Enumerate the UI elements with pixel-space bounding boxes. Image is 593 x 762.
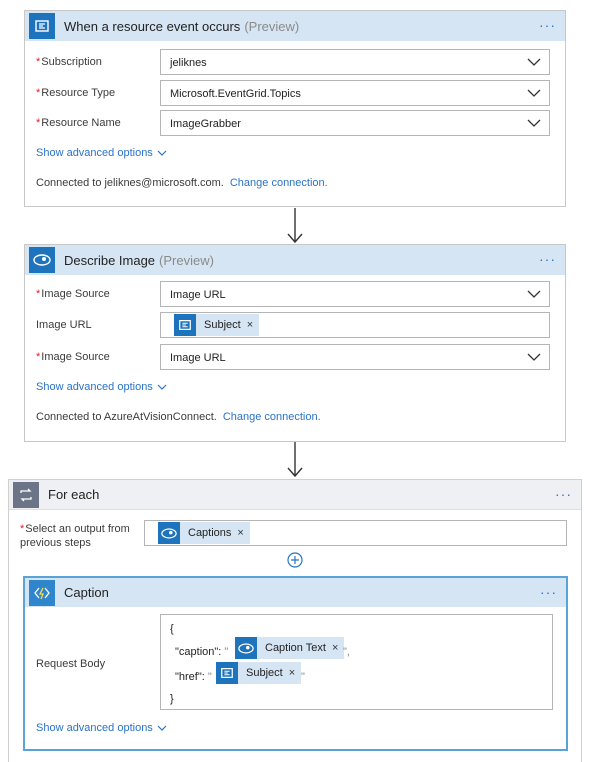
describe-image-menu[interactable]: ··· bbox=[539, 252, 556, 266]
change-connection-link[interactable]: Change connection. bbox=[223, 411, 321, 423]
event-grid-icon bbox=[29, 13, 55, 39]
change-connection-link[interactable]: Change connection. bbox=[230, 177, 328, 189]
request-body-editor[interactable]: { "caption": " Caption Text × ", "href":… bbox=[160, 614, 553, 710]
chevron-down-icon bbox=[527, 290, 541, 298]
trigger-card-header[interactable]: When a resource event occurs (Preview) ··… bbox=[25, 11, 565, 41]
resource-name-label: *Resource Name bbox=[36, 117, 121, 129]
json-close-brace: } bbox=[170, 693, 174, 705]
describe-image-header[interactable]: Describe Image (Preview) ··· bbox=[25, 245, 565, 275]
eye-icon bbox=[29, 247, 55, 273]
request-body-label: Request Body bbox=[36, 658, 106, 670]
image-source-value: Image URL bbox=[170, 289, 226, 301]
json-href-key: "href": " bbox=[175, 671, 212, 683]
show-advanced-options-link[interactable]: Show advanced options bbox=[36, 147, 167, 159]
remove-token-button[interactable]: × bbox=[247, 319, 253, 331]
caption-card: Caption ··· Request Body { "caption": " … bbox=[23, 576, 568, 751]
select-output-label: *Select an output from previous steps bbox=[20, 523, 130, 549]
json-close-quote-comma: ", bbox=[343, 646, 350, 658]
resource-type-row: *Resource Type Microsoft.EventGrid.Topic… bbox=[25, 80, 565, 106]
caption-menu[interactable]: ··· bbox=[540, 585, 557, 599]
image-source-dropdown[interactable]: Image URL bbox=[160, 281, 550, 307]
chevron-down-icon bbox=[527, 89, 541, 97]
caption-card-header[interactable]: Caption ··· bbox=[25, 578, 566, 607]
image-url-label: Image URL bbox=[36, 319, 92, 331]
remove-token-button[interactable]: × bbox=[332, 642, 338, 654]
for-each-menu[interactable]: ··· bbox=[555, 487, 572, 501]
describe-image-title: Describe Image (Preview) bbox=[64, 252, 214, 268]
event-grid-icon bbox=[216, 662, 238, 684]
select-output-input[interactable]: Captions × bbox=[144, 520, 567, 546]
chevron-down-icon bbox=[527, 119, 541, 127]
image-source2-dropdown[interactable]: Image URL bbox=[160, 344, 550, 370]
caption-text-token-label: Caption Text bbox=[265, 642, 326, 654]
select-output-row: *Select an output from previous steps Cap… bbox=[9, 520, 581, 549]
remove-token-button[interactable]: × bbox=[237, 527, 243, 539]
image-source-row: *Image Source Image URL bbox=[25, 281, 565, 307]
show-advanced-options-link[interactable]: Show advanced options bbox=[36, 381, 167, 393]
loop-icon bbox=[13, 481, 39, 508]
remove-token-button[interactable]: × bbox=[289, 667, 295, 679]
href-subject-token[interactable]: Subject × bbox=[216, 662, 302, 684]
trigger-card-title: When a resource event occurs (Preview) bbox=[64, 18, 300, 34]
chevron-down-icon bbox=[527, 58, 541, 66]
image-source2-label: *Image Source bbox=[36, 351, 110, 363]
connection-info: Connected to AzureAtVisionConnect. Change… bbox=[36, 411, 321, 423]
for-each-header[interactable]: For each ··· bbox=[9, 480, 581, 510]
captions-token-label: Captions bbox=[188, 527, 232, 539]
event-grid-icon bbox=[174, 314, 196, 336]
resource-name-dropdown[interactable]: ImageGrabber bbox=[160, 110, 550, 136]
caption-text-token[interactable]: Caption Text × bbox=[235, 637, 345, 659]
caption-title: Caption bbox=[64, 585, 109, 600]
resource-type-dropdown[interactable]: Microsoft.EventGrid.Topics bbox=[160, 80, 550, 106]
show-advanced-options-link[interactable]: Show advanced options bbox=[36, 722, 167, 734]
resource-name-value: ImageGrabber bbox=[170, 118, 241, 130]
resource-name-row: *Resource Name ImageGrabber bbox=[25, 110, 565, 136]
image-url-row: Image URL Subject × bbox=[25, 312, 565, 338]
for-each-title: For each bbox=[48, 487, 100, 502]
trigger-card-menu[interactable]: ··· bbox=[539, 18, 556, 32]
eye-icon bbox=[235, 637, 257, 659]
chevron-down-icon bbox=[157, 384, 167, 390]
json-open-brace: { bbox=[170, 623, 174, 635]
describe-image-card: Describe Image (Preview) ··· *Image Sourc… bbox=[24, 244, 566, 442]
for-each-container: For each ··· *Select an output from previ… bbox=[8, 479, 582, 762]
chevron-down-icon bbox=[527, 353, 541, 361]
trigger-card: When a resource event occurs (Preview) ··… bbox=[24, 10, 566, 207]
image-source2-row: *Image Source Image URL bbox=[25, 344, 565, 370]
function-icon bbox=[29, 579, 55, 606]
arrow-down-icon bbox=[287, 442, 303, 478]
subject-token[interactable]: Subject × bbox=[174, 314, 260, 336]
json-close-quote: " bbox=[301, 671, 305, 683]
eye-icon bbox=[158, 522, 180, 544]
subscription-label: *Subscription bbox=[36, 56, 102, 68]
arrow-down-icon bbox=[287, 208, 303, 244]
subscription-row: *Subscription jeliknes bbox=[25, 49, 565, 75]
connection-info: Connected to jeliknes@microsoft.com. Chan… bbox=[36, 177, 328, 189]
resource-type-label: *Resource Type bbox=[36, 87, 116, 99]
subscription-dropdown[interactable]: jeliknes bbox=[160, 49, 550, 75]
json-caption-key: "caption": " bbox=[175, 646, 229, 658]
href-subject-token-label: Subject bbox=[246, 667, 283, 679]
image-source2-value: Image URL bbox=[170, 352, 226, 364]
resource-type-value: Microsoft.EventGrid.Topics bbox=[170, 88, 301, 100]
chevron-down-icon bbox=[157, 150, 167, 156]
subject-token-label: Subject bbox=[204, 319, 241, 331]
image-url-input[interactable]: Subject × bbox=[160, 312, 550, 338]
image-source-label: *Image Source bbox=[36, 288, 110, 300]
add-step-icon[interactable] bbox=[287, 552, 303, 568]
captions-token[interactable]: Captions × bbox=[158, 522, 250, 544]
subscription-value: jeliknes bbox=[170, 57, 207, 69]
chevron-down-icon bbox=[157, 725, 167, 731]
